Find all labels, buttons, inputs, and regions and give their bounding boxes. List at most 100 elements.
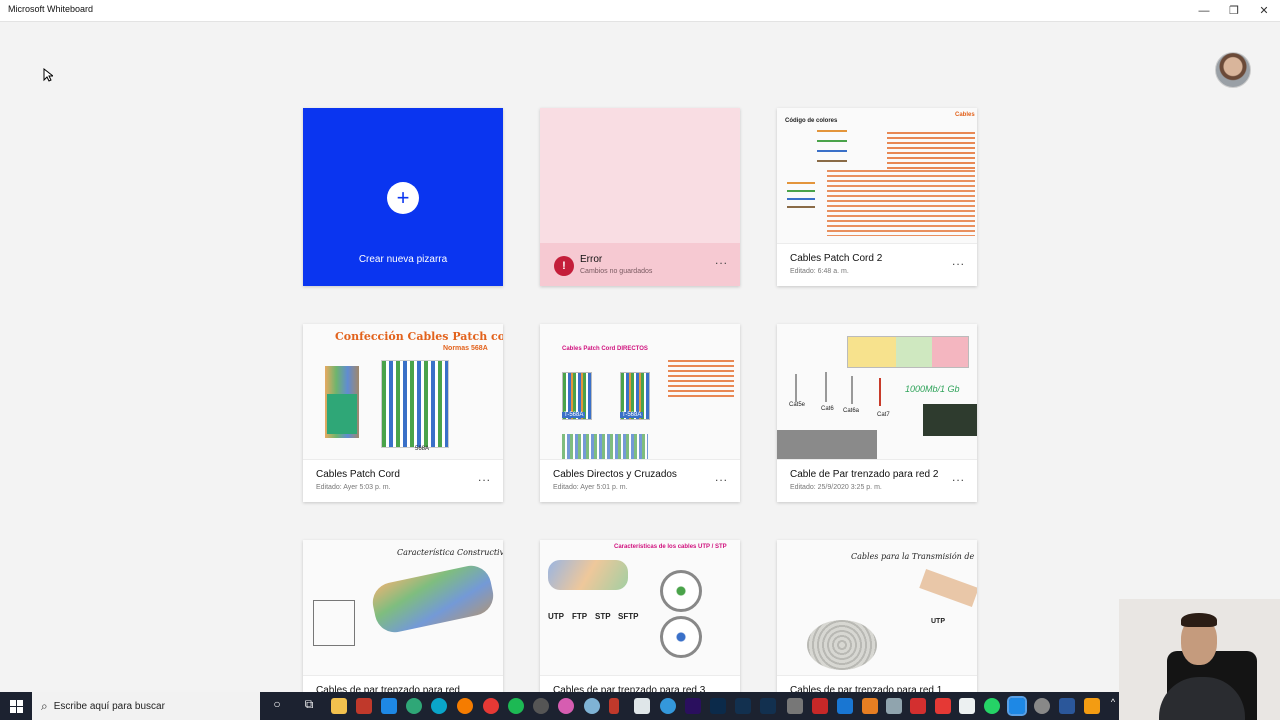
outlook-icon[interactable] [837,698,853,714]
clock-icon[interactable] [787,698,803,714]
thumb-heading: Código de colores [785,118,838,124]
chrome-icon[interactable] [483,698,499,714]
whatsapp-icon[interactable] [984,698,1000,714]
more-options-button[interactable]: ... [952,254,965,268]
search-icon: ⌕ [41,698,48,713]
thumb-label: Cat6a [843,408,860,414]
thumb-heading: Confección Cables Patch cord [335,330,503,343]
thumb-corner-text: Cables [955,112,975,118]
board-meta: Cables Patch Cord Editado: Ayer 5:03 p. … [303,459,503,502]
calculator-icon[interactable] [660,698,676,714]
board-edited: Editado: 25/9/2020 3:25 p. m. [790,484,882,491]
board-meta: Cable de Par trenzado para red 2 Editado… [777,459,977,502]
thumb-tag: T-568A [562,412,586,418]
premiere-icon[interactable] [685,698,701,714]
webcam-person-hair [1181,613,1217,627]
gmail-icon[interactable] [935,698,951,714]
more-options-button[interactable]: ... [715,470,728,484]
word-icon[interactable] [1059,698,1075,714]
thumb-heading: Cables para la Transmisión de [851,552,975,561]
board-thumbnail: Característica Constructiva [303,540,503,675]
windows-logo-icon [9,699,23,713]
user-avatar[interactable] [1215,52,1251,88]
thumb-heading: Cables Patch Cord DIRECTOS [562,346,648,352]
thumb-tag: 568A [415,446,430,452]
thumb-tag: UTP [931,618,945,625]
thumb-label: SFTP [618,612,639,621]
thumb-label: Cat6 [821,406,834,412]
board-meta: Cables Directos y Cruzados Editado: Ayer… [540,459,740,502]
file-explorer-icon[interactable] [331,698,347,714]
mouse-cursor-icon [43,68,53,82]
board-title: Cables Patch Cord [316,469,400,480]
board-thumbnail: Confección Cables Patch cord Normas 568A… [303,324,503,459]
lightroom-icon[interactable] [735,698,751,714]
restore-button[interactable]: ❐ [1219,0,1249,21]
steam-icon[interactable] [634,698,650,714]
windows-start-button[interactable] [0,692,32,720]
thumb-speed: 1000Mb/1 Gb [905,384,960,394]
thumb-label: UTP [548,612,564,621]
thumb-tag: T-568A [620,412,644,418]
more-options-button[interactable]: ... [715,253,728,267]
board-meta: Cables Patch Cord 2 Editado: 6:48 a. m. … [777,243,977,286]
more-options-button[interactable]: ... [952,470,965,484]
thumb-heading: Característica Constructiva [397,548,503,557]
lightroom-classic-icon[interactable] [760,698,776,714]
board-title: Error [580,254,603,265]
cortana-icon[interactable]: ○ [269,697,285,711]
board-edited: Editado: Ayer 5:03 p. m. [316,484,391,491]
window-title: Microsoft Whiteboard [8,4,94,14]
phone-icon[interactable] [609,698,619,714]
taskbar-search-box[interactable]: ⌕ Escribe aquí para buscar [32,692,260,720]
3d-viewer-icon[interactable] [886,698,902,714]
minimize-button[interactable]: — [1189,0,1219,21]
create-board-label: Crear nueva pizarra [358,254,448,265]
thumb-label: Cat5e [789,402,806,408]
create-board-card[interactable]: + Crear nueva pizarra [303,108,503,286]
firefox-icon[interactable] [457,698,473,714]
maps-icon[interactable] [584,698,600,714]
webcam-overlay [1119,599,1280,720]
edge-dev-icon[interactable] [431,698,447,714]
board-thumbnail: Cables Patch Cord DIRECTOS T-568A T-568A [540,324,740,459]
board-thumbnail: Código de colores Cables [777,108,977,243]
whiteboard-icon[interactable] [1007,696,1027,716]
board-edited: Editado: Ayer 5:01 p. m. [553,484,628,491]
photos-icon[interactable] [862,698,878,714]
settings-icon[interactable] [533,698,549,714]
close-button[interactable]: ✕ [1249,0,1279,21]
board-card[interactable]: Confección Cables Patch cord Normas 568A… [303,324,503,502]
board-card[interactable]: Cables Patch Cord DIRECTOS T-568A T-568A… [540,324,740,502]
office-icon[interactable] [1084,698,1100,714]
board-thumbnail: Cables para la Transmisión de UTP [777,540,977,675]
search-placeholder: Escribe aquí para buscar [53,700,165,712]
thumb-subheading: Normas 568A [443,345,488,352]
board-thumbnail: Cat5e Cat6 Cat6a Cat7 1000Mb/1 Gb [777,324,977,459]
store-icon[interactable] [381,698,397,714]
board-thumbnail: Características de los cables UTP / STP … [540,540,740,675]
task-view-icon[interactable]: ⧉ [301,697,317,712]
acrobat-icon[interactable] [910,698,926,714]
board-card[interactable]: Código de colores Cables Cables Patch Co… [777,108,977,286]
edge-icon[interactable] [406,698,422,714]
thumb-label: Cat7 [877,412,890,418]
thumb-label: FTP [572,612,588,621]
board-edited: Editado: 6:48 a. m. [790,268,849,275]
netflix-icon[interactable] [812,698,828,714]
board-meta: ! Error Cambios no guardados ... [540,243,740,286]
more-options-button[interactable]: ... [478,470,491,484]
title-bar: Microsoft Whiteboard — ❐ ✕ [0,0,1280,22]
board-title: Cables Patch Cord 2 [790,253,883,264]
itunes-icon[interactable] [558,698,574,714]
plus-icon: + [387,182,419,214]
warning-icon: ! [554,256,574,276]
filezilla-icon[interactable] [356,698,372,714]
paint-icon[interactable] [1034,698,1050,714]
photoshop-icon[interactable] [710,698,726,714]
spotify-icon[interactable] [508,698,524,714]
notepad-icon[interactable] [959,698,975,714]
board-subtitle: Cambios no guardados [580,268,653,275]
board-card[interactable]: Cat5e Cat6 Cat6a Cat7 1000Mb/1 Gb Cable … [777,324,977,502]
error-board-card[interactable]: ! Error Cambios no guardados ... [540,108,740,286]
